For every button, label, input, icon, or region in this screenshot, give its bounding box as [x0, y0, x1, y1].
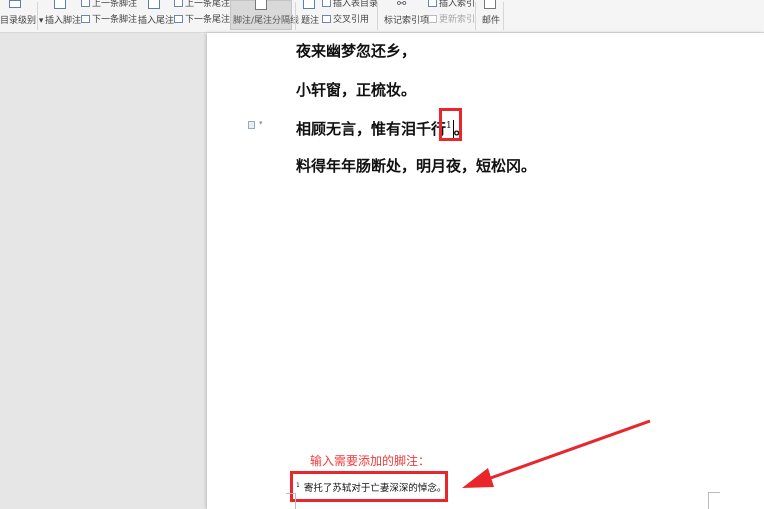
annotation-arrow: [462, 419, 651, 488]
